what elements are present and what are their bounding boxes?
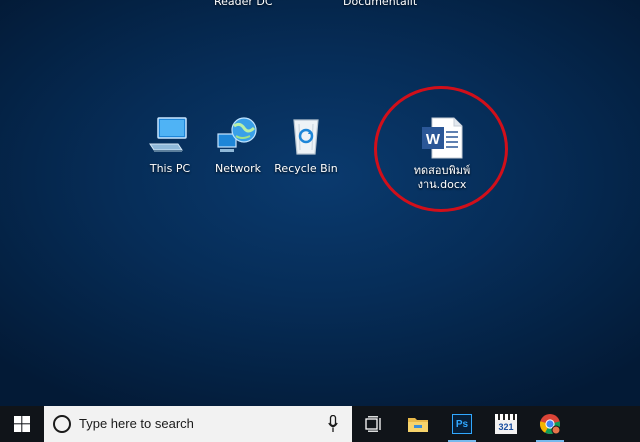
taskbar: Type here to search Ps 321	[0, 406, 640, 442]
desktop-icon-this-pc[interactable]: This PC	[134, 114, 206, 176]
taskbar-photoshop[interactable]: Ps	[442, 406, 482, 442]
recycle-bin-icon	[284, 114, 328, 158]
taskbar-chrome[interactable]	[530, 406, 570, 442]
desktop-icon-label: Network	[215, 162, 261, 175]
microphone-icon[interactable]	[328, 415, 338, 433]
desktop-icon-label: This PC	[149, 162, 191, 175]
network-icon	[216, 114, 260, 158]
desktop-icon-label-partial: Reader DC	[214, 0, 273, 8]
chrome-icon	[539, 414, 561, 435]
taskbar-media-player[interactable]: 321	[486, 406, 526, 442]
search-placeholder: Type here to search	[79, 416, 194, 431]
desktop-icon-recycle-bin[interactable]: Recycle Bin	[270, 114, 342, 176]
desktop-icon-label-partial: Documentalit	[343, 0, 418, 8]
search-box[interactable]: Type here to search	[44, 406, 352, 442]
desktop-icon-network[interactable]: Network	[202, 114, 274, 176]
start-button[interactable]	[0, 406, 44, 442]
media-player-classic-icon: 321	[495, 414, 517, 434]
photoshop-icon: Ps	[452, 414, 472, 434]
file-explorer-icon	[408, 418, 428, 432]
media-player-icon-label: 321	[498, 422, 514, 432]
photoshop-icon-label: Ps	[455, 418, 469, 430]
taskbar-file-explorer[interactable]	[398, 406, 438, 442]
desktop: Reader DC Documentalit This PC Network R…	[0, 0, 640, 406]
desktop-icon-label: Recycle Bin	[274, 162, 338, 175]
highlight-circle	[374, 86, 508, 212]
this-pc-icon	[148, 114, 192, 158]
task-view-icon	[365, 416, 381, 432]
task-view-button[interactable]	[354, 406, 394, 442]
cortana-icon	[53, 415, 71, 433]
windows-logo-icon	[14, 416, 30, 432]
